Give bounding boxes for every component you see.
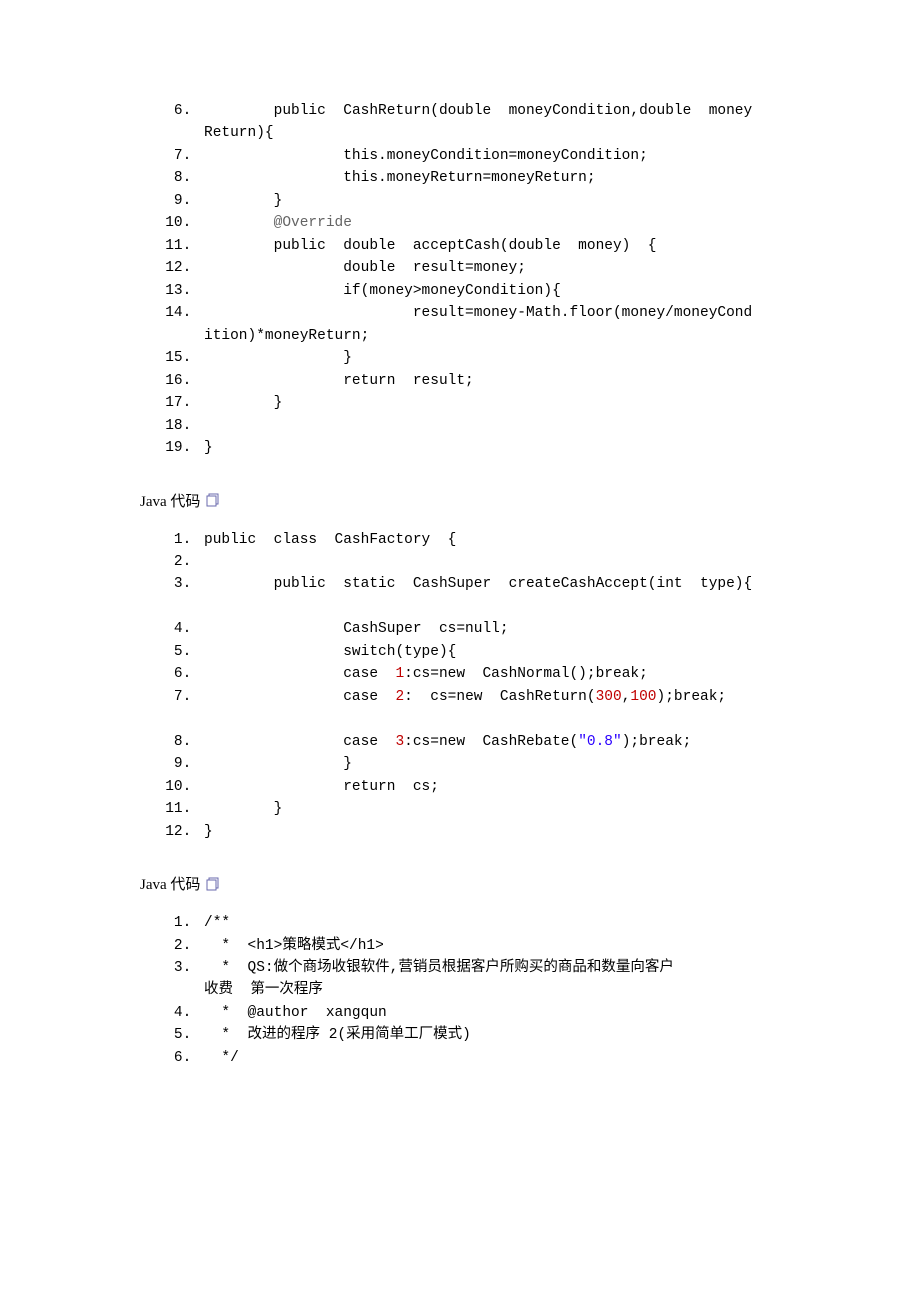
- code-line: result=money-Math.floor(money/moneyCond i…: [200, 302, 780, 347]
- code-text: * 改进的程序 2(采用简单工厂模式): [204, 1027, 471, 1043]
- code-line: }: [200, 821, 780, 843]
- code-line: @Override: [200, 212, 780, 234]
- code-string: "0.8": [578, 734, 622, 750]
- code-line: }: [200, 753, 780, 775]
- code-block-1: public CashReturn(double moneyCondition,…: [140, 100, 780, 460]
- code-text: switch(type){: [204, 644, 456, 660]
- code-text: public CashReturn(double moneyCondition,…: [204, 103, 752, 119]
- code-line: this.moneyReturn=moneyReturn;: [200, 167, 780, 189]
- code-text: this.moneyCondition=moneyCondition;: [204, 148, 648, 164]
- code-text: :cs=new CashRebate(: [404, 734, 578, 750]
- code-block-2: public class CashFactory { public static…: [140, 529, 780, 844]
- code-line: }: [200, 347, 780, 369]
- code-line: return result;: [200, 370, 780, 392]
- code-text: 收费 第一次程序: [204, 979, 780, 1001]
- code-text: double result=money;: [204, 260, 526, 276]
- code-line: case 2: cs=new CashReturn(300,100);break…: [200, 686, 780, 731]
- code-block-3: /** * <h1>策略模式</h1> * QS:做个商场收银软件,营销员根据客…: [140, 912, 780, 1069]
- code-text: result=money-Math.floor(money/moneyCond: [204, 305, 752, 321]
- code-line: public static CashSuper createCashAccept…: [200, 573, 780, 618]
- code-text: * <h1>策略模式</h1>: [204, 938, 384, 954]
- code-text: this.moneyReturn=moneyReturn;: [204, 170, 596, 186]
- code-line: /**: [200, 912, 780, 934]
- code-line: * @author xangqun: [200, 1002, 780, 1024]
- code-label-1: Java 代码: [140, 490, 780, 511]
- code-number: 2: [395, 689, 404, 705]
- code-text: case: [204, 689, 395, 705]
- code-text: /**: [204, 915, 230, 931]
- code-text: );break;: [622, 734, 692, 750]
- code-text: }: [204, 350, 352, 366]
- code-annotation: @Override: [204, 215, 352, 231]
- code-line: switch(type){: [200, 641, 780, 663]
- code-text: Return){: [204, 122, 780, 144]
- code-text: public class CashFactory {: [204, 532, 456, 548]
- code-text: }: [204, 193, 282, 209]
- code-line: case 3:cs=new CashRebate("0.8");break;: [200, 731, 780, 753]
- code-number: 300: [596, 689, 622, 705]
- code-line: */: [200, 1047, 780, 1069]
- code-text: ition)*moneyReturn;: [204, 325, 780, 347]
- code-label-text: Java 代码: [140, 490, 200, 511]
- code-line: double result=money;: [200, 257, 780, 279]
- code-text: return cs;: [204, 779, 439, 795]
- code-line: if(money>moneyCondition){: [200, 280, 780, 302]
- code-line: [200, 415, 780, 437]
- code-text: public double acceptCash(double money) {: [204, 238, 657, 254]
- code-text: public static CashSuper createCashAccept…: [204, 576, 752, 592]
- code-line: public class CashFactory {: [200, 529, 780, 551]
- code-line: * <h1>策略模式</h1>: [200, 935, 780, 957]
- code-line: CashSuper cs=null;: [200, 618, 780, 640]
- code-text: */: [204, 1050, 239, 1066]
- code-text: }: [204, 756, 352, 772]
- code-line: this.moneyCondition=moneyCondition;: [200, 145, 780, 167]
- code-label-2: Java 代码: [140, 873, 780, 894]
- code-text: :cs=new CashNormal();break;: [404, 666, 648, 682]
- code-text: * QS:做个商场收银软件,营销员根据客户所购买的商品和数量向客户: [204, 960, 674, 976]
- code-line: case 1:cs=new CashNormal();break;: [200, 663, 780, 685]
- code-line: }: [200, 798, 780, 820]
- code-line: }: [200, 190, 780, 212]
- code-text: }: [204, 801, 282, 817]
- code-line: public CashReturn(double moneyCondition,…: [200, 100, 780, 145]
- code-number: 3: [395, 734, 404, 750]
- code-label-text: Java 代码: [140, 873, 200, 894]
- code-text: * @author xangqun: [204, 1005, 387, 1021]
- code-text: if(money>moneyCondition){: [204, 283, 561, 299]
- code-line: * 改进的程序 2(采用简单工厂模式): [200, 1024, 780, 1046]
- code-text: return result;: [204, 373, 474, 389]
- code-text: case: [204, 666, 395, 682]
- copy-icon[interactable]: [206, 877, 220, 891]
- code-line: return cs;: [200, 776, 780, 798]
- code-line: }: [200, 437, 780, 459]
- code-text: : cs=new CashReturn(: [404, 689, 595, 705]
- code-line: }: [200, 392, 780, 414]
- code-number: 100: [630, 689, 656, 705]
- code-text: }: [204, 395, 282, 411]
- code-text: case: [204, 734, 395, 750]
- code-text: CashSuper cs=null;: [204, 621, 509, 637]
- code-text: }: [204, 440, 213, 456]
- code-line: public double acceptCash(double money) {: [200, 235, 780, 257]
- code-line: * QS:做个商场收银软件,营销员根据客户所购买的商品和数量向客户收费 第一次程…: [200, 957, 780, 1002]
- copy-icon[interactable]: [206, 493, 220, 507]
- code-number: 1: [395, 666, 404, 682]
- page: public CashReturn(double moneyCondition,…: [0, 0, 920, 1139]
- code-line: [200, 551, 780, 573]
- code-text: );break;: [657, 689, 727, 705]
- code-text: }: [204, 824, 213, 840]
